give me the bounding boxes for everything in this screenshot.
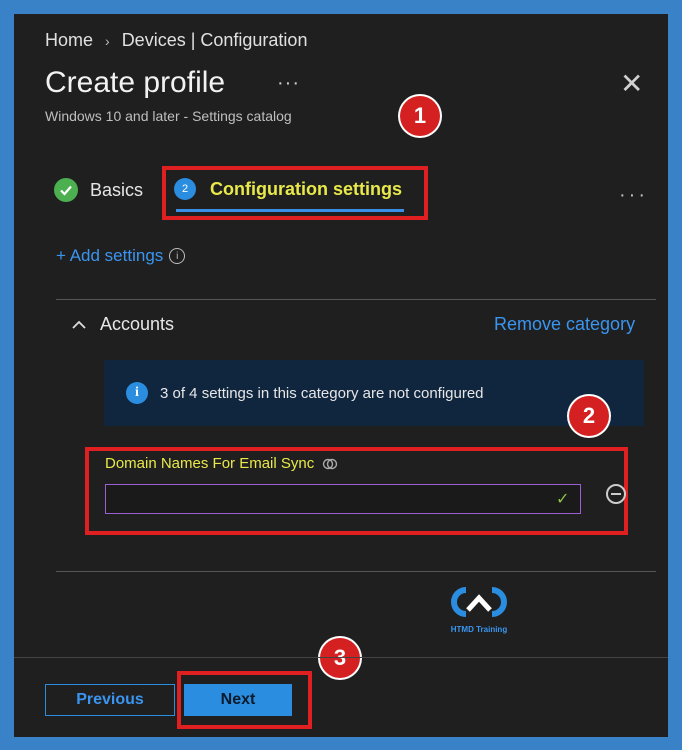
info-message-text: 3 of 4 settings in this category are not… (160, 384, 484, 402)
section-divider-bottom (56, 571, 656, 572)
htmd-logo: HTMD Training (444, 582, 514, 634)
annotation-badge-1: 1 (400, 96, 440, 136)
htmd-logo-icon (451, 587, 507, 617)
close-icon[interactable]: ✕ (620, 70, 643, 98)
check-circle-icon (54, 178, 78, 202)
info-icon[interactable]: i (169, 248, 186, 264)
remove-category-link[interactable]: Remove category (494, 314, 635, 335)
tabs-more-icon[interactable]: ··· (619, 184, 648, 207)
tab-configuration-settings[interactable]: 2 Configuration settings (174, 178, 402, 200)
next-button[interactable]: Next (184, 684, 292, 716)
remove-setting-icon[interactable] (606, 484, 626, 504)
domain-names-label: Domain Names For Email Sync (105, 455, 338, 472)
tab-basics-label: Basics (90, 179, 144, 200)
info-message-bar: i 3 of 4 settings in this category are n… (104, 360, 644, 426)
domain-names-input[interactable] (105, 484, 581, 514)
info-circle-icon: i (126, 382, 148, 404)
breadcrumb-separator-icon: › (105, 32, 110, 49)
more-options-icon[interactable]: ··· (277, 72, 300, 95)
step-number-icon: 2 (174, 178, 196, 200)
tab-basics[interactable]: Basics (54, 178, 143, 202)
page-subtitle: Windows 10 and later - Settings catalog (45, 108, 292, 124)
annotation-badge-2: 2 (569, 396, 609, 436)
footer-divider (14, 657, 668, 658)
policy-icon (322, 456, 338, 472)
chevron-up-icon[interactable] (72, 317, 86, 333)
breadcrumb-home[interactable]: Home (45, 30, 93, 51)
previous-button[interactable]: Previous (45, 684, 175, 716)
page-title: Create profile (45, 66, 226, 99)
breadcrumb: Home › Devices | Configuration (45, 30, 307, 51)
htmd-logo-text: HTMD Training (450, 625, 508, 634)
tab-configuration-settings-label: Configuration settings (210, 178, 402, 199)
active-tab-indicator (176, 209, 404, 212)
valid-check-icon: ✓ (556, 491, 570, 508)
section-divider-top (56, 299, 656, 300)
add-settings-label: + Add settings (56, 246, 164, 265)
create-profile-panel: Home › Devices | Configuration Create pr… (14, 14, 668, 737)
annotation-badge-3: 3 (320, 638, 360, 678)
domain-names-label-text: Domain Names For Email Sync (105, 455, 315, 472)
breadcrumb-devices-configuration[interactable]: Devices | Configuration (122, 30, 308, 51)
category-name: Accounts (100, 314, 175, 334)
add-settings-link[interactable]: + Add settings i (56, 246, 186, 266)
category-accounts-header[interactable]: Accounts (72, 314, 174, 335)
